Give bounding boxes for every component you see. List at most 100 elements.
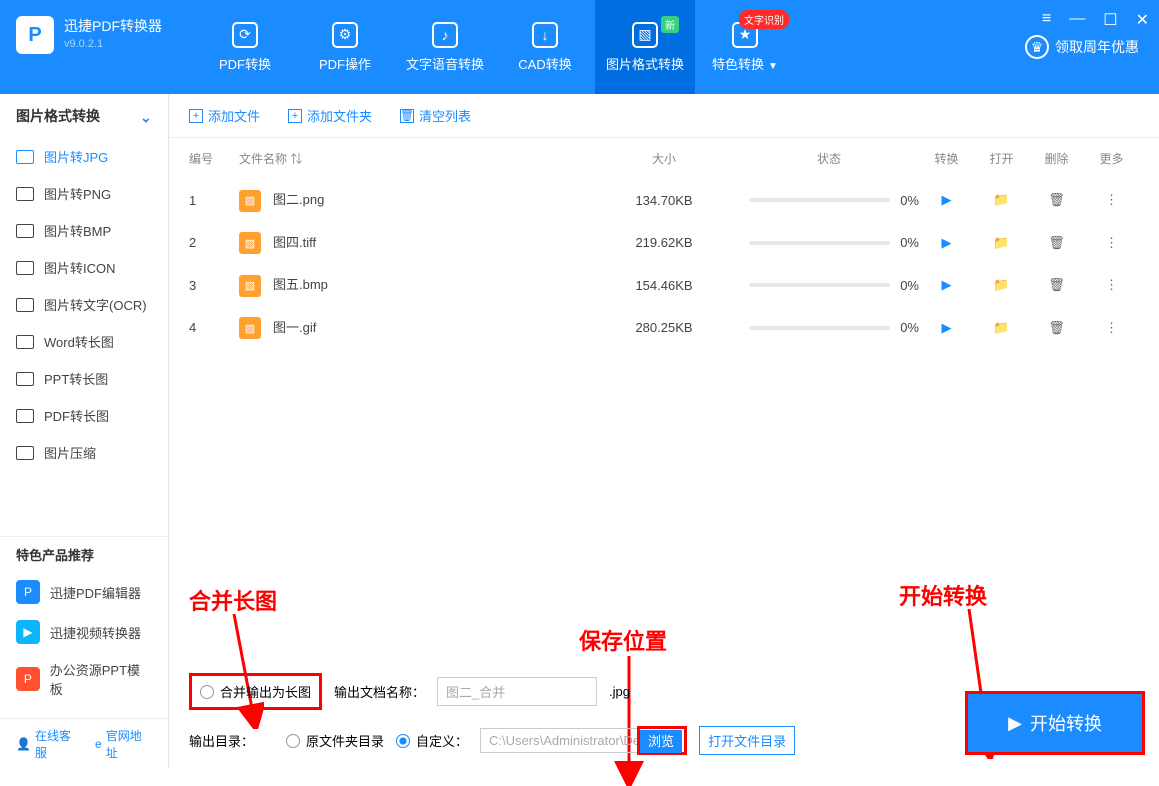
img-icon [16,224,34,238]
minimize-icon[interactable]: — [1069,10,1085,30]
nav-tab-cad[interactable]: ↓CAD转换 [495,0,595,94]
output-name-input[interactable]: 图二_合并 [437,677,597,706]
file-icon: ▧ [239,190,261,212]
more-icon[interactable]: ⋮ [1105,320,1118,335]
sidebar-item-png[interactable]: 图片转PNG [0,175,168,212]
image-icon: ▧ [632,22,658,48]
output-dir-label: 输出目录： [189,731,254,750]
trash-icon: 🗑 [400,109,414,123]
support-link[interactable]: 👤在线客服 [16,727,81,761]
nav-tab-pdf-convert[interactable]: ⟳PDF转换 [195,0,295,94]
radio-icon [200,685,214,699]
orig-dir-radio[interactable]: 原文件夹目录 [286,731,384,750]
folder-icon[interactable]: 📁 [993,320,1009,335]
ann-merge: 合并长图 [189,584,277,616]
rec-pdf-editor[interactable]: P迅捷PDF编辑器 [0,572,168,612]
content: +添加文件 +添加文件夹 🗑清空列表 编号 文件名称 ⇅ 大小 状态 转换 打开… [169,94,1159,769]
sidebar-item-bmp[interactable]: 图片转BMP [0,212,168,249]
ext-label: .jpg [609,684,630,699]
img-icon [16,187,34,201]
plus-icon: + [288,109,302,123]
voice-icon: ♪ [432,22,458,48]
logo-area: P 迅捷PDF转换器 v9.0.2.1 [0,0,195,94]
app-version: v9.0.2.1 [64,38,162,50]
close-icon[interactable]: ✕ [1136,10,1149,30]
col-open: 打开 [974,150,1029,167]
sidebar-item-jpg[interactable]: 图片转JPG [0,138,168,175]
table-row: 3 ▧图五.bmp 154.46KB 0% ▶ 📁 🗑 ⋮ [169,264,1159,307]
maximize-icon[interactable]: ☐ [1103,10,1117,30]
main: 图片格式转换⌃ 图片转JPG 图片转PNG 图片转BMP 图片转ICON 图片转… [0,94,1159,769]
add-folder-button[interactable]: +添加文件夹 [288,106,372,125]
img-icon [16,261,34,275]
app-icon: P [16,580,40,604]
recommend-section: 特色产品推荐 P迅捷PDF编辑器 ▶迅捷视频转换器 P办公资源PPT模板 [0,524,168,718]
app-icon: P [16,667,40,691]
nav-tab-text-voice[interactable]: ♪文字语音转换 [395,0,495,94]
recommend-title: 特色产品推荐 [0,536,168,572]
nav-tab-pdf-operate[interactable]: ⚙PDF操作 [295,0,395,94]
sidebar-footer: 👤在线客服 e官网地址 [0,718,168,769]
delete-icon[interactable]: 🗑 [1048,192,1065,207]
col-status: 状态 [739,150,919,167]
play-icon: ▶ [1008,713,1022,734]
clear-button[interactable]: 🗑清空列表 [400,106,471,125]
plus-icon: + [189,109,203,123]
convert-button[interactable]: ▶开始转换 [965,691,1145,755]
nav-tab-special[interactable]: ★特色转换▼文字识别 [695,0,795,94]
play-icon[interactable]: ▶ [942,235,952,250]
path-input[interactable]: C:\Users\Administrator\Des [480,728,640,753]
sidebar-item-icon[interactable]: 图片转ICON [0,249,168,286]
col-size: 大小 [589,150,739,167]
table-row: 4 ▧图一.gif 280.25KB 0% ▶ 📁 🗑 ⋮ [169,307,1159,350]
sidebar-item-ppt[interactable]: PPT转长图 [0,360,168,397]
folder-icon[interactable]: 📁 [993,235,1009,250]
more-icon[interactable]: ⋮ [1105,235,1118,250]
merge-toggle[interactable]: 合并输出为长图 [189,673,322,710]
img-icon [16,150,34,164]
nav-tab-image-format[interactable]: ▧图片格式转换新 [595,0,695,94]
custom-dir-radio[interactable]: 自定义： [396,731,468,750]
more-icon[interactable]: ⋮ [1105,192,1118,207]
site-link[interactable]: e官网地址 [95,727,152,761]
app-logo: P [16,16,54,54]
file-icon: ▧ [239,317,261,339]
rec-video[interactable]: ▶迅捷视频转换器 [0,612,168,652]
support-icon: 👤 [16,737,31,751]
col-convert: 转换 [919,150,974,167]
ie-icon: e [95,737,102,751]
toolbar: +添加文件 +添加文件夹 🗑清空列表 [169,94,1159,138]
folder-icon[interactable]: 📁 [993,192,1009,207]
user-icon: ♛ [1025,35,1049,59]
file-icon: ▧ [239,275,261,297]
delete-icon[interactable]: 🗑 [1048,320,1065,335]
col-name: 文件名称 ⇅ [239,150,589,167]
delete-icon[interactable]: 🗑 [1048,235,1065,250]
sidebar-item-pdf[interactable]: PDF转长图 [0,397,168,434]
sidebar-header[interactable]: 图片格式转换⌃ [0,94,168,138]
play-icon[interactable]: ▶ [942,192,952,207]
browse-button[interactable]: 浏览 [640,730,682,753]
nav-tabs: ⟳PDF转换 ⚙PDF操作 ♪文字语音转换 ↓CAD转换 ▧图片格式转换新 ★特… [195,0,1005,94]
radio-checked-icon [396,734,410,748]
menu-icon[interactable]: ≡ [1042,10,1051,30]
radio-icon [286,734,300,748]
open-dir-button[interactable]: 打开文件目录 [699,726,795,755]
play-icon[interactable]: ▶ [942,320,952,335]
more-icon[interactable]: ⋮ [1105,277,1118,292]
file-icon: ▧ [239,232,261,254]
delete-icon[interactable]: 🗑 [1048,277,1065,292]
rec-ppt[interactable]: P办公资源PPT模板 [0,652,168,706]
add-file-button[interactable]: +添加文件 [189,106,260,125]
badge-new: 新 [661,16,679,33]
ann-start: 开始转换 [899,579,987,611]
folder-icon[interactable]: 📁 [993,277,1009,292]
sidebar-item-word[interactable]: Word转长图 [0,323,168,360]
sidebar-item-compress[interactable]: 图片压缩 [0,434,168,471]
app-name: 迅捷PDF转换器 [64,16,162,36]
play-icon[interactable]: ▶ [942,277,952,292]
pdf-op-icon: ⚙ [332,22,358,48]
sidebar-item-ocr[interactable]: 图片转文字(OCR) [0,286,168,323]
pdf-convert-icon: ⟳ [232,22,258,48]
img-icon [16,335,34,349]
